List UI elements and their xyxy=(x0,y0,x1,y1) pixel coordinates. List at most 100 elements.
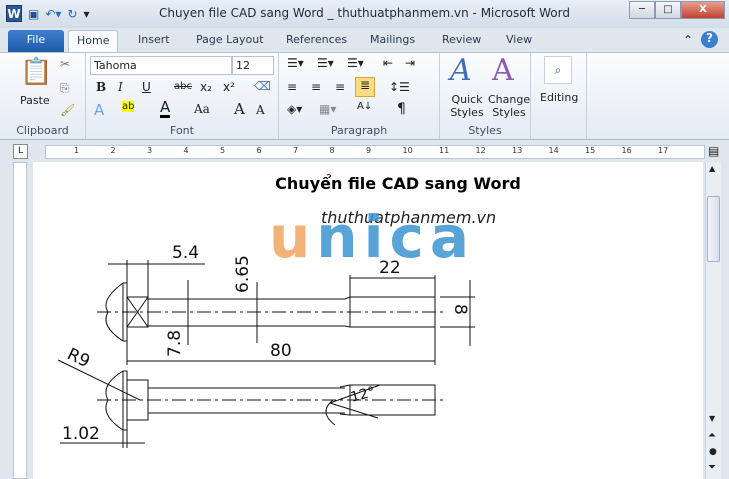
change-styles-icon[interactable]: A xyxy=(492,53,514,88)
paste-button[interactable]: Paste xyxy=(20,94,50,107)
borders-icon[interactable]: ▦▾ xyxy=(319,102,336,116)
cut-icon[interactable]: ✂ xyxy=(60,57,70,71)
ribbon-tabs: File Home Insert Page Layout References … xyxy=(0,28,729,52)
justify-icon[interactable]: ≣ xyxy=(355,77,375,97)
clipboard-group: 📋 Paste ✂ ⎘ 🖌 Clipboard xyxy=(0,53,86,139)
minimize-button[interactable]: ─ xyxy=(629,1,655,19)
tab-insert[interactable]: Insert xyxy=(130,30,178,52)
ruler-number: 3 xyxy=(147,146,153,155)
align-center-icon[interactable]: ≡ xyxy=(311,80,321,94)
ruler-number: 7 xyxy=(293,146,299,155)
paragraph-group: ☰▾ ☰▾ ☰▾ ⇤ ⇥ ≡ ≡ ≡ ≣ ↕☰ ◈▾ ▦▾ A↓ ¶ Parag… xyxy=(279,53,440,139)
bottom-bolt-view xyxy=(57,359,445,448)
superscript-button[interactable]: x² xyxy=(223,80,235,94)
find-icon[interactable]: ⌕ xyxy=(544,56,572,84)
scroll-up-icon[interactable]: ▲ xyxy=(709,164,715,173)
text-effects-button[interactable]: A xyxy=(94,101,104,119)
tab-page-layout[interactable]: Page Layout xyxy=(188,30,272,52)
ruler-number: 8 xyxy=(329,146,335,155)
font-name-select[interactable]: Tahoma xyxy=(90,56,232,75)
quick-styles-icon[interactable]: A xyxy=(450,53,472,88)
maximize-button[interactable]: □ xyxy=(655,1,681,19)
editing-group: ⌕ Editing xyxy=(531,53,587,139)
close-button[interactable]: X xyxy=(681,1,725,19)
sort-icon[interactable]: A↓ xyxy=(357,101,372,112)
cad-drawing: 5.4 6.65 22 8 7.8 80 R9 1.02 12° xyxy=(57,243,475,448)
ruler-number: 5 xyxy=(220,146,226,155)
ruler-number: 11 xyxy=(439,146,450,155)
ruler-number: 14 xyxy=(548,146,559,155)
numbering-icon[interactable]: ☰▾ xyxy=(317,56,334,70)
tab-mailings[interactable]: Mailings xyxy=(362,30,423,52)
quick-styles-button[interactable]: Quick Styles xyxy=(446,93,488,119)
scrollbar-thumb[interactable] xyxy=(707,196,720,262)
ruler-number: 16 xyxy=(621,146,632,155)
ribbon: 📋 Paste ✂ ⎘ 🖌 Clipboard Tahoma 12 B I U … xyxy=(0,52,729,140)
highlight-button[interactable]: ab xyxy=(122,101,135,112)
ruler-number: 2 xyxy=(110,146,116,155)
dim-1-02: 1.02 xyxy=(62,424,100,444)
dim-6-65: 6.65 xyxy=(233,255,253,293)
styles-group: A A Quick Styles Change Styles Styles xyxy=(440,53,531,139)
strikethrough-button[interactable]: abc xyxy=(174,81,192,92)
vertical-ruler[interactable] xyxy=(13,162,27,479)
dim-5-4: 5.4 xyxy=(172,243,199,263)
decrease-indent-icon[interactable]: ⇤ xyxy=(383,56,393,70)
tab-selector-icon[interactable]: L xyxy=(13,144,28,159)
tab-view[interactable]: View xyxy=(498,30,540,52)
subscript-button[interactable]: x₂ xyxy=(200,80,212,94)
dim-12-deg: 12° xyxy=(349,384,377,406)
italic-button[interactable]: I xyxy=(118,80,123,94)
help-icon[interactable]: ? xyxy=(701,31,718,48)
paste-icon[interactable]: 📋 xyxy=(20,57,52,87)
clipboard-label: Clipboard xyxy=(16,124,69,137)
dim-22: 22 xyxy=(379,258,401,278)
shrink-font-button[interactable]: A xyxy=(256,103,265,117)
view-ruler-icon[interactable]: ▤ xyxy=(708,144,719,158)
vertical-scrollbar[interactable]: ▲ ▼ ⏶ ● ⏷ xyxy=(705,162,721,479)
tab-home[interactable]: Home xyxy=(68,30,119,52)
horizontal-ruler[interactable]: 1 2 3 4 5 6 7 8 9 10 11 12 13 14 15 16 17 xyxy=(45,145,705,159)
ruler-number: 9 xyxy=(366,146,372,155)
align-right-icon[interactable]: ≡ xyxy=(335,80,345,94)
dim-7-8: 7.8 xyxy=(165,330,185,357)
font-size-select[interactable]: 12 xyxy=(232,56,274,75)
dim-r9: R9 xyxy=(64,344,93,372)
previous-page-icon[interactable]: ⏶ xyxy=(708,430,716,441)
browse-object-icon[interactable]: ● xyxy=(709,447,717,457)
font-label: Font xyxy=(170,124,194,137)
window-title: Chuyen file CAD sang Word _ thuthuatphan… xyxy=(159,6,570,20)
ruler-number: 13 xyxy=(512,146,523,155)
multilevel-list-icon[interactable]: ☰▾ xyxy=(347,56,364,70)
tab-references[interactable]: References xyxy=(278,30,355,52)
horizontal-ruler-bar: L 1 2 3 4 5 6 7 8 9 10 11 12 13 14 15 16 17 ▤ xyxy=(0,140,729,162)
title-bar: W ▣ ↶▾ ↻ ▾ Chuyen file CAD sang Word _ t… xyxy=(0,0,729,28)
dim-80: 80 xyxy=(270,341,292,361)
change-case-button[interactable]: Aa xyxy=(194,102,210,116)
next-page-icon[interactable]: ⏷ xyxy=(708,462,716,473)
clear-formatting-icon[interactable]: ⌫ xyxy=(254,79,271,93)
grow-font-button[interactable]: A xyxy=(234,100,245,118)
collapse-ribbon-icon[interactable]: ⌃ xyxy=(683,33,693,47)
tab-file[interactable]: File xyxy=(8,30,64,52)
align-left-icon[interactable]: ≡ xyxy=(287,80,297,94)
format-painter-icon[interactable]: 🖌 xyxy=(60,103,75,117)
show-formatting-button[interactable]: ¶ xyxy=(397,101,406,117)
copy-icon[interactable]: ⎘ xyxy=(60,81,70,96)
change-styles-button[interactable]: Change Styles xyxy=(488,93,530,119)
underline-button[interactable]: U xyxy=(142,80,151,94)
line-spacing-icon[interactable]: ↕☰ xyxy=(389,80,410,94)
increase-indent-icon[interactable]: ⇥ xyxy=(405,56,415,70)
ruler-number: 17 xyxy=(658,146,669,155)
document-page[interactable]: Chuyển file CAD sang Word thuthuatphanme… xyxy=(33,162,703,479)
bullets-icon[interactable]: ☰▾ xyxy=(287,56,304,70)
font-color-button[interactable]: A xyxy=(160,100,171,118)
ruler-number: 10 xyxy=(402,146,413,155)
editing-button[interactable]: Editing xyxy=(540,91,578,104)
tab-review[interactable]: Review xyxy=(434,30,489,52)
ruler-number: 4 xyxy=(183,146,189,155)
paragraph-label: Paragraph xyxy=(330,124,388,137)
scroll-down-icon[interactable]: ▼ xyxy=(709,414,715,423)
shading-icon[interactable]: ◈▾ xyxy=(287,102,302,116)
bold-button[interactable]: B xyxy=(96,80,106,94)
